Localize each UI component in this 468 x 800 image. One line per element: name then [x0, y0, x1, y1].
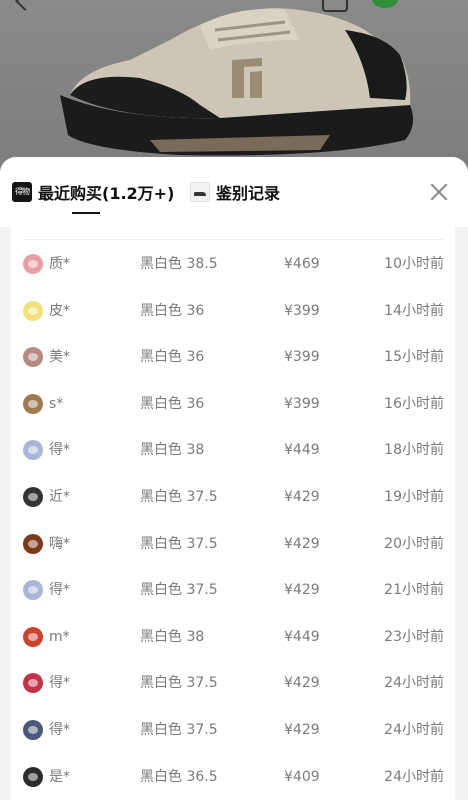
purchase-time: 21小时前 — [384, 582, 444, 599]
purchase-time: 14小时前 — [384, 302, 444, 319]
purchase-row: 得* 黑白色 37.5 ¥429 21小时前 — [11, 567, 455, 614]
purchase-spec: 黑白色 36 — [140, 395, 205, 412]
purchase-row: 质* 黑白色 38.5 ¥469 10小时前 — [11, 241, 455, 288]
purchase-price: ¥429 — [284, 488, 320, 505]
purchase-list[interactable]: 质* 黑白色 38.5 ¥469 10小时前皮* 黑白色 36 ¥399 14小时前美* 黑白… — [11, 227, 455, 800]
tab-recent-purchases-label: 最近购买(1.2万+) — [38, 184, 175, 203]
tab-recent-purchases[interactable]: 得物 最近购买(1.2万+) — [12, 179, 174, 205]
purchase-spec: 黑白色 38 — [140, 442, 205, 459]
close-icon[interactable] — [428, 181, 450, 203]
user-avatar — [23, 533, 43, 554]
purchase-row: 近* 黑白色 37.5 ¥429 19小时前 — [11, 474, 455, 521]
buyer-name: 得* — [49, 582, 70, 599]
buyer-name: 得* — [49, 675, 70, 692]
user-avatar — [23, 580, 43, 601]
purchase-spec: 黑白色 37.5 — [140, 582, 218, 599]
buyer-name: s* — [49, 395, 64, 412]
purchase-time: 20小时前 — [384, 535, 444, 552]
sheet-tab-bar: 得物 最近购买(1.2万+) 鉴别记录 — [0, 157, 468, 227]
buyer-name: 得* — [49, 442, 70, 459]
purchase-price: ¥429 — [284, 582, 320, 599]
buyer-name: 是* — [49, 768, 70, 785]
buyer-name: 质* — [49, 256, 70, 272]
user-avatar — [23, 486, 43, 507]
purchase-time: 18小时前 — [384, 442, 444, 459]
purchase-price: ¥469 — [284, 256, 320, 272]
tab-authentication-records[interactable]: 鉴别记录 — [190, 179, 280, 205]
user-avatar — [23, 719, 43, 740]
purchase-price: ¥409 — [284, 768, 320, 785]
buyer-name: 近* — [49, 488, 70, 505]
purchase-spec: 黑白色 37.5 — [140, 535, 218, 552]
purchase-row: s* 黑白色 36 ¥399 16小时前 — [11, 381, 455, 428]
purchase-price: ¥399 — [284, 395, 320, 412]
purchase-row: m* 黑白色 38 ¥449 23小时前 — [11, 614, 455, 661]
purchase-price: ¥399 — [284, 349, 320, 366]
user-avatar — [23, 626, 43, 647]
purchase-price: ¥429 — [284, 535, 320, 552]
dewu-logo-icon: 得物 — [12, 182, 32, 202]
product-image-backdrop — [0, 0, 468, 175]
purchase-time: 16小时前 — [384, 395, 444, 412]
purchase-row: 得* 黑白色 37.5 ¥429 24小时前 — [11, 707, 455, 754]
purchase-spec: 黑白色 38 — [140, 628, 205, 645]
purchase-spec: 黑白色 37.5 — [140, 488, 218, 505]
purchase-spec: 黑白色 36 — [140, 349, 205, 366]
user-avatar — [23, 440, 43, 461]
user-avatar — [23, 300, 43, 321]
user-avatar — [23, 347, 43, 368]
user-avatar — [23, 673, 43, 694]
purchase-spec: 黑白色 36.5 — [140, 768, 218, 785]
user-avatar — [23, 766, 43, 787]
active-tab-indicator — [72, 212, 100, 214]
purchase-time: 24小时前 — [384, 721, 444, 738]
buyer-name: 嗨* — [49, 535, 70, 552]
shoe-thumbnail-icon — [190, 182, 210, 202]
buyer-name: m* — [49, 628, 70, 645]
purchase-price: ¥449 — [284, 442, 320, 459]
purchase-price: ¥449 — [284, 628, 320, 645]
purchase-time: 23小时前 — [384, 628, 444, 645]
tab-authentication-records-label: 鉴别记录 — [216, 184, 281, 203]
purchase-row: 皮* 黑白色 36 ¥399 14小时前 — [11, 288, 455, 335]
recent-purchases-sheet: 得物 最近购买(1.2万+) 鉴别记录 质* 黑白色 38.5 ¥469 10小时前皮… — [0, 157, 468, 800]
user-avatar — [23, 393, 43, 414]
buyer-name: 皮* — [49, 302, 70, 319]
purchase-row: 美* 黑白色 36 ¥399 15小时前 — [11, 334, 455, 381]
purchase-spec: 黑白色 37.5 — [140, 721, 218, 738]
purchase-price: ¥429 — [284, 721, 320, 738]
buyer-name: 美* — [49, 349, 70, 366]
purchase-spec: 黑白色 36 — [140, 302, 205, 319]
purchase-price: ¥399 — [284, 302, 320, 319]
purchase-row: 得* 黑白色 37.5 ¥429 24小时前 — [11, 660, 455, 707]
purchase-row: 嗨* 黑白色 37.5 ¥429 20小时前 — [11, 521, 455, 568]
purchase-time: 24小时前 — [384, 675, 444, 692]
sneaker-image — [60, 8, 414, 156]
buyer-name: 得* — [49, 721, 70, 738]
purchase-time: 19小时前 — [384, 488, 444, 505]
purchase-spec: 黑白色 37.5 — [140, 675, 218, 692]
list-divider — [23, 239, 443, 240]
purchase-time: 15小时前 — [384, 349, 444, 366]
purchase-price: ¥429 — [284, 675, 320, 692]
purchase-time: 24小时前 — [384, 768, 444, 785]
purchase-time: 10小时前 — [384, 256, 444, 272]
purchase-row: 是* 黑白色 36.5 ¥409 24小时前 — [11, 754, 455, 800]
user-avatar — [23, 254, 43, 274]
purchase-row: 得* 黑白色 38 ¥449 18小时前 — [11, 427, 455, 474]
purchase-spec: 黑白色 38.5 — [140, 256, 218, 272]
